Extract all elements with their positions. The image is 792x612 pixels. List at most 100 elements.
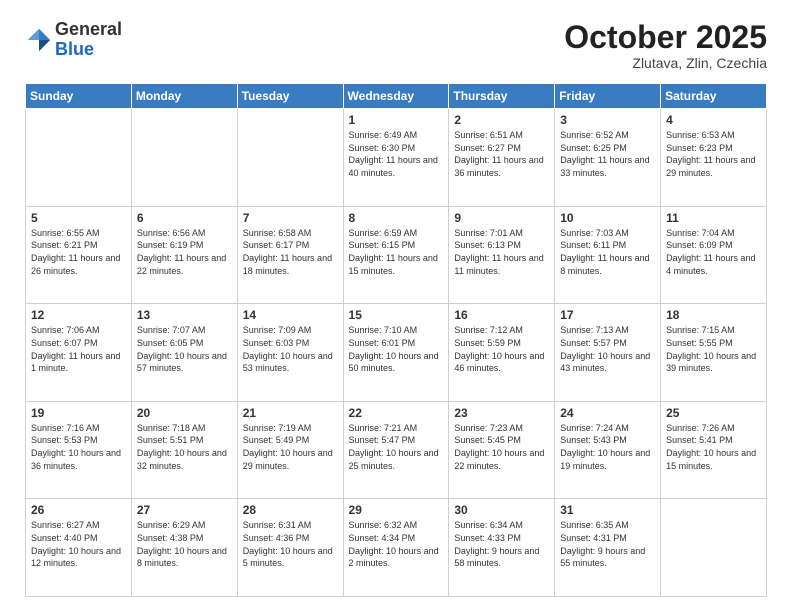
day-info: Sunrise: 6:49 AM Sunset: 6:30 PM Dayligh… xyxy=(349,129,444,179)
day-cell-2-6: 10 Sunrise: 7:03 AM Sunset: 6:11 PM Dayli… xyxy=(555,206,661,304)
header: General Blue October 2025 Zlutava, Zlin,… xyxy=(25,20,767,71)
day-number: 6 xyxy=(137,211,232,225)
day-info: Sunrise: 6:52 AM Sunset: 6:25 PM Dayligh… xyxy=(560,129,655,179)
day-info: Sunrise: 6:58 AM Sunset: 6:17 PM Dayligh… xyxy=(243,227,338,277)
day-cell-2-1: 5 Sunrise: 6:55 AM Sunset: 6:21 PM Daylig… xyxy=(26,206,132,304)
day-info: Sunrise: 6:34 AM Sunset: 4:33 PM Dayligh… xyxy=(454,519,549,569)
calendar-subtitle: Zlutava, Zlin, Czechia xyxy=(564,55,767,71)
header-saturday: Saturday xyxy=(661,84,767,109)
day-number: 5 xyxy=(31,211,126,225)
day-number: 8 xyxy=(349,211,444,225)
day-info: Sunrise: 6:29 AM Sunset: 4:38 PM Dayligh… xyxy=(137,519,232,569)
day-cell-4-7: 25 Sunrise: 7:26 AM Sunset: 5:41 PM Dayli… xyxy=(661,401,767,499)
day-info: Sunrise: 7:04 AM Sunset: 6:09 PM Dayligh… xyxy=(666,227,761,277)
day-info: Sunrise: 7:21 AM Sunset: 5:47 PM Dayligh… xyxy=(349,422,444,472)
day-cell-4-4: 22 Sunrise: 7:21 AM Sunset: 5:47 PM Dayli… xyxy=(343,401,449,499)
day-cell-1-3 xyxy=(237,109,343,207)
day-number: 9 xyxy=(454,211,549,225)
day-info: Sunrise: 7:15 AM Sunset: 5:55 PM Dayligh… xyxy=(666,324,761,374)
day-cell-5-4: 29Sunrise: 6:32 AM Sunset: 4:34 PM Dayli… xyxy=(343,499,449,597)
day-cell-3-7: 18 Sunrise: 7:15 AM Sunset: 5:55 PM Dayli… xyxy=(661,304,767,402)
header-sunday: Sunday xyxy=(26,84,132,109)
logo-blue: Blue xyxy=(55,40,122,60)
day-info: Sunrise: 6:51 AM Sunset: 6:27 PM Dayligh… xyxy=(454,129,549,179)
logo: General Blue xyxy=(25,20,122,60)
day-number: 12 xyxy=(31,308,126,322)
day-number: 31 xyxy=(560,503,655,517)
day-cell-3-2: 13 Sunrise: 7:07 AM Sunset: 6:05 PM Dayli… xyxy=(131,304,237,402)
day-cell-1-2 xyxy=(131,109,237,207)
day-number: 22 xyxy=(349,406,444,420)
day-number: 11 xyxy=(666,211,761,225)
day-info: Sunrise: 7:07 AM Sunset: 6:05 PM Dayligh… xyxy=(137,324,232,374)
header-tuesday: Tuesday xyxy=(237,84,343,109)
day-number: 3 xyxy=(560,113,655,127)
calendar-title: October 2025 xyxy=(564,20,767,55)
day-info: Sunrise: 7:09 AM Sunset: 6:03 PM Dayligh… xyxy=(243,324,338,374)
day-info: Sunrise: 7:26 AM Sunset: 5:41 PM Dayligh… xyxy=(666,422,761,472)
day-cell-2-2: 6Sunrise: 6:56 AM Sunset: 6:19 PM Daylig… xyxy=(131,206,237,304)
day-info: Sunrise: 7:06 AM Sunset: 6:07 PM Dayligh… xyxy=(31,324,126,374)
day-info: Sunrise: 7:24 AM Sunset: 5:43 PM Dayligh… xyxy=(560,422,655,472)
day-cell-4-6: 24 Sunrise: 7:24 AM Sunset: 5:43 PM Dayli… xyxy=(555,401,661,499)
day-cell-2-4: 8Sunrise: 6:59 AM Sunset: 6:15 PM Daylig… xyxy=(343,206,449,304)
week-row-3: 12 Sunrise: 7:06 AM Sunset: 6:07 PM Dayli… xyxy=(26,304,767,402)
header-friday: Friday xyxy=(555,84,661,109)
day-cell-2-5: 9Sunrise: 7:01 AM Sunset: 6:13 PM Daylig… xyxy=(449,206,555,304)
day-info: Sunrise: 6:55 AM Sunset: 6:21 PM Dayligh… xyxy=(31,227,126,277)
day-info: Sunrise: 6:31 AM Sunset: 4:36 PM Dayligh… xyxy=(243,519,338,569)
header-thursday: Thursday xyxy=(449,84,555,109)
day-info: Sunrise: 7:03 AM Sunset: 6:11 PM Dayligh… xyxy=(560,227,655,277)
page: General Blue October 2025 Zlutava, Zlin,… xyxy=(0,0,792,612)
week-row-1: 1 Sunrise: 6:49 AM Sunset: 6:30 PM Daylig… xyxy=(26,109,767,207)
day-number: 30 xyxy=(454,503,549,517)
day-info: Sunrise: 6:53 AM Sunset: 6:23 PM Dayligh… xyxy=(666,129,761,179)
day-cell-5-2: 27 Sunrise: 6:29 AM Sunset: 4:38 PM Dayli… xyxy=(131,499,237,597)
day-number: 18 xyxy=(666,308,761,322)
week-row-4: 19Sunrise: 7:16 AM Sunset: 5:53 PM Dayli… xyxy=(26,401,767,499)
day-cell-5-7 xyxy=(661,499,767,597)
calendar-table: Sunday Monday Tuesday Wednesday Thursday… xyxy=(25,83,767,597)
day-cell-1-4: 1 Sunrise: 6:49 AM Sunset: 6:30 PM Daylig… xyxy=(343,109,449,207)
day-cell-1-1 xyxy=(26,109,132,207)
day-cell-5-5: 30 Sunrise: 6:34 AM Sunset: 4:33 PM Dayli… xyxy=(449,499,555,597)
header-monday: Monday xyxy=(131,84,237,109)
day-number: 10 xyxy=(560,211,655,225)
day-number: 27 xyxy=(137,503,232,517)
day-number: 13 xyxy=(137,308,232,322)
day-number: 25 xyxy=(666,406,761,420)
logo-icon xyxy=(25,26,53,54)
day-cell-1-6: 3 Sunrise: 6:52 AM Sunset: 6:25 PM Daylig… xyxy=(555,109,661,207)
day-cell-5-1: 26 Sunrise: 6:27 AM Sunset: 4:40 PM Dayli… xyxy=(26,499,132,597)
week-row-2: 5 Sunrise: 6:55 AM Sunset: 6:21 PM Daylig… xyxy=(26,206,767,304)
day-info: Sunrise: 7:10 AM Sunset: 6:01 PM Dayligh… xyxy=(349,324,444,374)
day-number: 16 xyxy=(454,308,549,322)
day-cell-3-4: 15 Sunrise: 7:10 AM Sunset: 6:01 PM Dayli… xyxy=(343,304,449,402)
day-number: 29 xyxy=(349,503,444,517)
logo-text: General Blue xyxy=(55,20,122,60)
day-number: 26 xyxy=(31,503,126,517)
day-info: Sunrise: 7:19 AM Sunset: 5:49 PM Dayligh… xyxy=(243,422,338,472)
day-number: 15 xyxy=(349,308,444,322)
day-cell-3-6: 17Sunrise: 7:13 AM Sunset: 5:57 PM Dayli… xyxy=(555,304,661,402)
logo-general: General xyxy=(55,20,122,40)
day-number: 7 xyxy=(243,211,338,225)
day-cell-3-1: 12 Sunrise: 7:06 AM Sunset: 6:07 PM Dayli… xyxy=(26,304,132,402)
day-info: Sunrise: 7:16 AM Sunset: 5:53 PM Dayligh… xyxy=(31,422,126,472)
day-number: 23 xyxy=(454,406,549,420)
day-info: Sunrise: 7:18 AM Sunset: 5:51 PM Dayligh… xyxy=(137,422,232,472)
calendar-header-row: Sunday Monday Tuesday Wednesday Thursday… xyxy=(26,84,767,109)
day-number: 24 xyxy=(560,406,655,420)
day-info: Sunrise: 6:27 AM Sunset: 4:40 PM Dayligh… xyxy=(31,519,126,569)
header-wednesday: Wednesday xyxy=(343,84,449,109)
day-cell-3-5: 16Sunrise: 7:12 AM Sunset: 5:59 PM Dayli… xyxy=(449,304,555,402)
day-info: Sunrise: 7:23 AM Sunset: 5:45 PM Dayligh… xyxy=(454,422,549,472)
day-cell-4-5: 23 Sunrise: 7:23 AM Sunset: 5:45 PM Dayli… xyxy=(449,401,555,499)
day-cell-2-3: 7 Sunrise: 6:58 AM Sunset: 6:17 PM Daylig… xyxy=(237,206,343,304)
day-cell-5-3: 28 Sunrise: 6:31 AM Sunset: 4:36 PM Dayli… xyxy=(237,499,343,597)
day-number: 20 xyxy=(137,406,232,420)
day-cell-1-5: 2Sunrise: 6:51 AM Sunset: 6:27 PM Daylig… xyxy=(449,109,555,207)
day-number: 1 xyxy=(349,113,444,127)
day-cell-5-6: 31Sunrise: 6:35 AM Sunset: 4:31 PM Dayli… xyxy=(555,499,661,597)
day-number: 28 xyxy=(243,503,338,517)
